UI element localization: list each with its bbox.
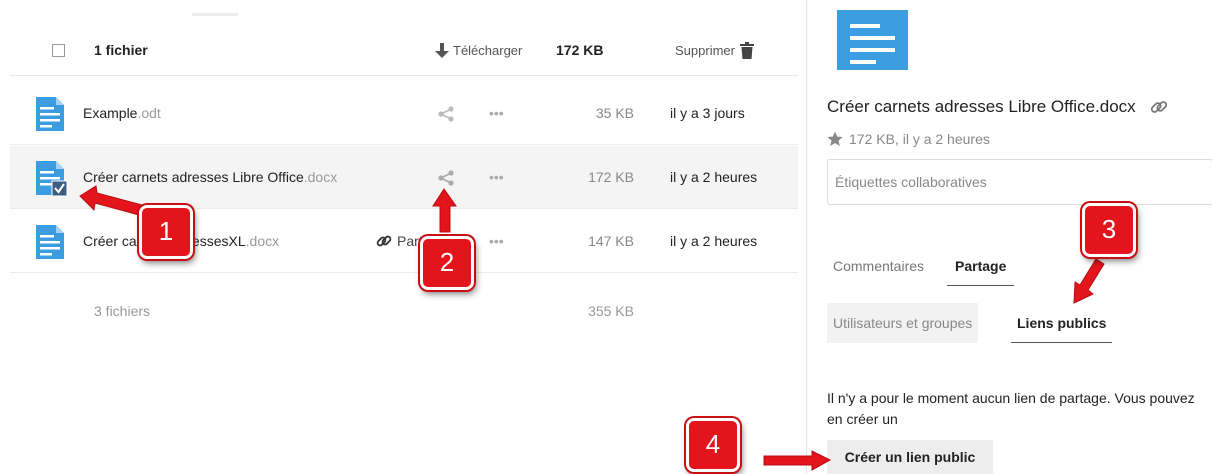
callout-2: 2 <box>420 236 474 290</box>
callout-1: 1 <box>139 205 193 259</box>
callout-4: 4 <box>686 418 740 472</box>
callout-3: 3 <box>1082 203 1136 257</box>
arrow-1 <box>79 185 143 216</box>
arrow-3 <box>1073 258 1105 304</box>
arrow-4 <box>763 450 832 471</box>
arrow-2 <box>432 188 457 233</box>
